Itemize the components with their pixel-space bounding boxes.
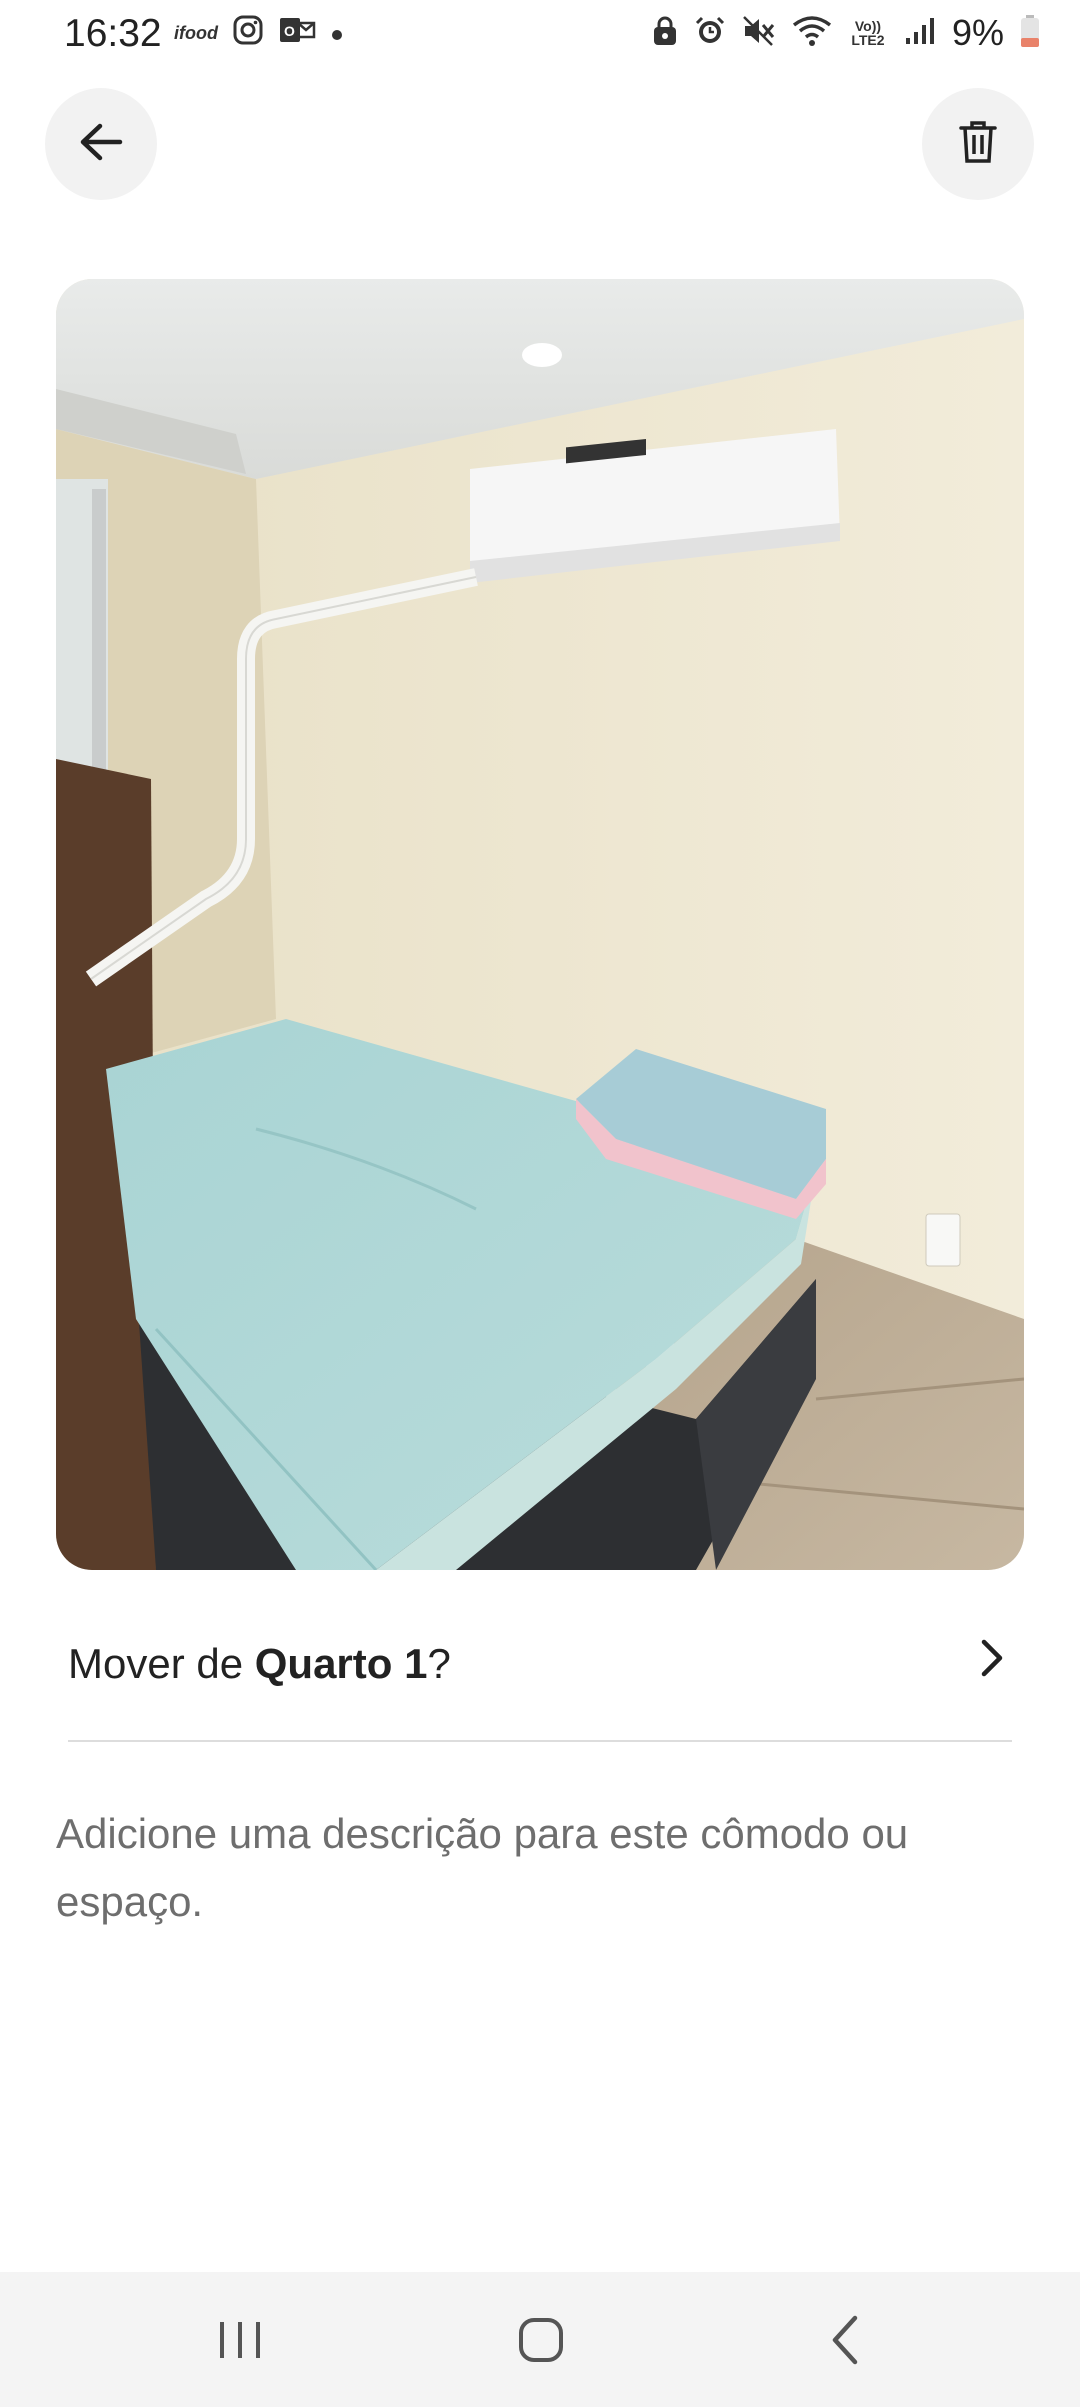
notification-icons: ifood O — [174, 14, 344, 53]
mute-icon — [742, 15, 776, 52]
move-prefix: Mover de — [68, 1640, 255, 1687]
system-icons: Vo)) LTE2 9% — [652, 12, 1040, 54]
svg-text:O: O — [284, 23, 295, 39]
recent-apps-icon — [216, 2318, 264, 2367]
back-button[interactable] — [45, 88, 157, 200]
description-field[interactable]: Adicione uma descrição para este cômodo … — [56, 1800, 1026, 1936]
instagram-icon — [232, 14, 264, 53]
outlook-icon: O — [278, 15, 316, 52]
bedroom-photo[interactable] — [56, 279, 1024, 1570]
divider — [68, 1740, 1012, 1742]
alarm-icon — [694, 15, 726, 52]
dot-icon — [330, 18, 344, 49]
wifi-icon — [792, 15, 832, 52]
recent-apps-button[interactable] — [195, 2302, 285, 2382]
move-suffix: ? — [427, 1640, 451, 1687]
lock-icon — [652, 15, 678, 52]
signal-icon — [904, 16, 936, 51]
status-bar: 16:32 ifood O Vo)) LTE2 9% — [0, 0, 1080, 72]
move-room-row[interactable]: Mover de Quarto 1? — [68, 1630, 1012, 1710]
nav-back-button[interactable] — [800, 2302, 890, 2382]
room-name: Quarto 1 — [254, 1640, 428, 1687]
arrow-left-icon — [78, 122, 124, 167]
back-icon — [829, 2314, 861, 2371]
status-time: 16:32 — [64, 12, 162, 55]
move-room-text: Mover de Quarto 1? — [68, 1640, 451, 1688]
battery-percent: 9% — [951, 12, 1004, 53]
trash-icon — [958, 120, 998, 169]
home-button[interactable] — [496, 2302, 586, 2382]
home-icon — [517, 2316, 565, 2369]
delete-button[interactable] — [922, 88, 1034, 200]
battery-icon — [1020, 14, 1040, 53]
chevron-right-icon — [976, 1636, 1006, 1685]
system-nav-bar — [0, 2272, 1080, 2407]
volte-icon: Vo)) LTE2 — [851, 18, 885, 48]
ifood-icon: ifood — [174, 23, 218, 43]
